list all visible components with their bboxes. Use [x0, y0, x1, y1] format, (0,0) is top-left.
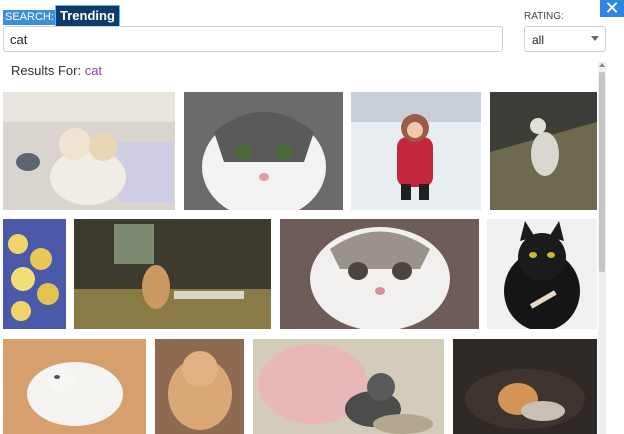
gif-thumbnail	[3, 219, 66, 329]
gif-thumbnail	[3, 92, 175, 210]
gif-thumbnail	[487, 219, 597, 329]
gif-thumbnail	[351, 92, 481, 210]
results-query: cat	[84, 63, 103, 78]
trending-button[interactable]: Trending	[55, 5, 120, 27]
scroll-up-arrow-icon[interactable]	[599, 63, 605, 67]
gif-thumbnail	[490, 92, 597, 210]
gif-result[interactable]	[351, 92, 481, 210]
gif-result[interactable]	[184, 92, 343, 210]
gif-result[interactable]	[490, 92, 597, 210]
gif-thumbnail	[253, 339, 444, 434]
gif-result[interactable]	[487, 219, 597, 329]
gif-result[interactable]	[155, 339, 244, 434]
search-label: SEARCH:	[3, 10, 56, 25]
results-heading: Results For: cat	[11, 63, 102, 78]
gif-result[interactable]	[74, 219, 271, 329]
gif-result[interactable]	[253, 339, 444, 434]
gif-thumbnail	[184, 92, 343, 210]
rating-selected-value: all	[532, 33, 545, 47]
gif-thumbnail	[453, 339, 597, 434]
gif-result[interactable]	[280, 219, 479, 329]
gif-thumbnail	[74, 219, 271, 329]
scrollbar-thumb[interactable]	[599, 72, 605, 272]
gif-result[interactable]	[3, 219, 66, 329]
gif-thumbnail	[155, 339, 244, 434]
gif-thumbnail	[3, 339, 146, 434]
gif-result[interactable]	[3, 339, 146, 434]
gif-result[interactable]	[3, 92, 175, 210]
rating-label: RATING:	[524, 11, 564, 22]
search-input[interactable]	[3, 26, 503, 52]
chevron-down-icon	[591, 36, 599, 41]
gif-thumbnail	[280, 219, 479, 329]
gif-result[interactable]	[453, 339, 597, 434]
close-icon[interactable]: ✕	[600, 0, 624, 17]
results-prefix: Results For:	[11, 63, 85, 78]
rating-select[interactable]: all	[524, 26, 606, 52]
